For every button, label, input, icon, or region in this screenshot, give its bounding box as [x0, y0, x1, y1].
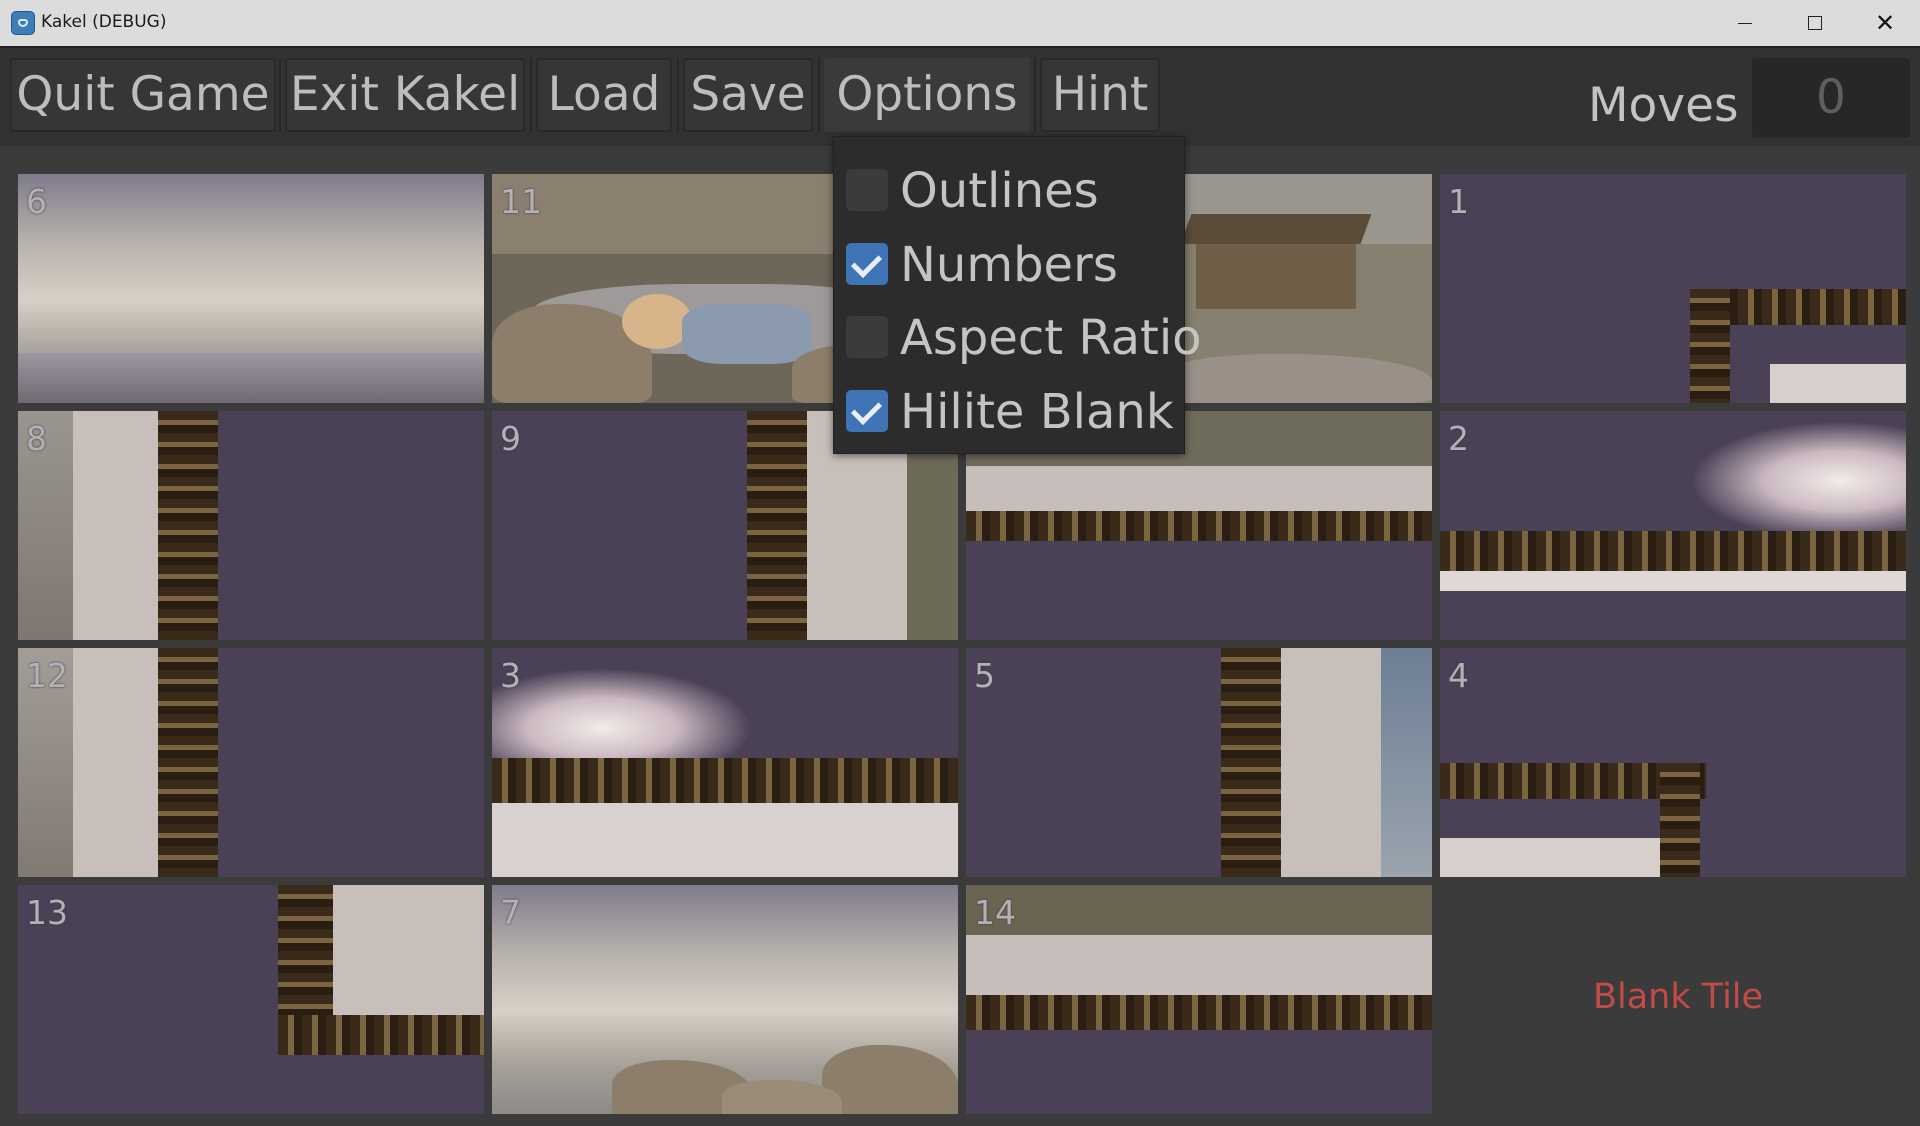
checkbox-checked-icon[interactable] — [846, 390, 888, 432]
tile-number: 2 — [1448, 419, 1469, 458]
checkbox-checked-icon[interactable] — [846, 243, 888, 285]
option-outlines[interactable]: Outlines — [846, 157, 1176, 219]
tile-number: 5 — [974, 656, 995, 695]
puzzle-tile[interactable]: 8 — [18, 411, 484, 640]
puzzle-tile[interactable]: 12 — [18, 648, 484, 877]
toolbar: Quit Game Exit Kakel Load Save Options H… — [0, 46, 1920, 146]
tile-number: 9 — [500, 419, 521, 458]
tile-number: 6 — [26, 182, 47, 221]
puzzle-tile[interactable]: 4 — [1440, 648, 1906, 877]
puzzle-tile[interactable]: 1 — [1440, 174, 1906, 403]
puzzle-tile[interactable]: 6 — [18, 174, 484, 403]
exit-kakel-button[interactable]: Exit Kakel — [285, 58, 525, 132]
tile-number: 3 — [500, 656, 521, 695]
puzzle-tile[interactable]: 5 — [966, 648, 1432, 877]
tile-number: 7 — [500, 893, 521, 932]
minimize-icon[interactable] — [1713, 0, 1777, 46]
options-button[interactable]: Options — [824, 58, 1030, 132]
option-label: Numbers — [900, 237, 1118, 293]
tile-number: 4 — [1448, 656, 1469, 695]
tile-number: 8 — [26, 419, 47, 458]
puzzle-tile[interactable]: 13 — [18, 885, 484, 1114]
option-numbers[interactable]: Numbers — [846, 231, 1176, 293]
puzzle-tile[interactable]: 3 — [492, 648, 958, 877]
hint-button[interactable]: Hint — [1040, 58, 1160, 132]
window-titlebar: Kakel (DEBUG) ✕ — [0, 0, 1920, 46]
tile-number: 13 — [26, 893, 68, 932]
window-title: Kakel (DEBUG) — [41, 12, 167, 32]
options-menu: Outlines Numbers Aspect Ratio Hilite Bla… — [833, 136, 1202, 454]
toolbar-separator — [818, 58, 820, 132]
checkbox-unchecked-icon[interactable] — [846, 169, 888, 211]
option-label: Hilite Blank — [900, 384, 1174, 440]
option-hilite-blank[interactable]: Hilite Blank — [846, 378, 1176, 440]
puzzle-tile[interactable]: 14 — [966, 885, 1432, 1114]
maximize-icon[interactable] — [1783, 0, 1847, 46]
close-icon[interactable]: ✕ — [1853, 0, 1917, 46]
toolbar-separator — [677, 58, 679, 132]
blank-tile-label: Blank Tile — [1593, 977, 1764, 1017]
godot-icon — [11, 11, 35, 35]
option-label: Outlines — [900, 163, 1099, 219]
load-button[interactable]: Load — [536, 58, 672, 132]
save-button[interactable]: Save — [683, 58, 813, 132]
tile-number: 1 — [1448, 182, 1469, 221]
tile-number: 12 — [26, 656, 68, 695]
checkbox-unchecked-icon[interactable] — [846, 316, 888, 358]
option-label: Aspect Ratio — [900, 310, 1202, 366]
option-aspect-ratio[interactable]: Aspect Ratio — [846, 304, 1202, 366]
quit-game-button[interactable]: Quit Game — [10, 58, 276, 132]
toolbar-separator — [279, 58, 281, 132]
moves-counter: 0 — [1752, 58, 1910, 138]
toolbar-separator — [530, 58, 532, 132]
moves-label: Moves — [1588, 78, 1739, 133]
tile-number: 11 — [500, 182, 542, 221]
puzzle-tile[interactable]: 2 — [1440, 411, 1906, 640]
tile-number: 14 — [974, 893, 1016, 932]
puzzle-tile[interactable]: 7 — [492, 885, 958, 1114]
blank-tile[interactable]: Blank Tile — [1440, 885, 1906, 1114]
toolbar-separator — [1034, 58, 1036, 132]
